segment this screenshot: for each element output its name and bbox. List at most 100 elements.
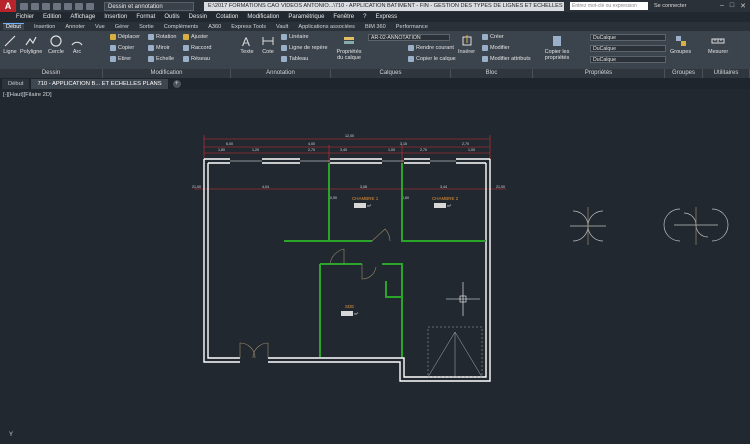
fillet-button[interactable]: Raccord <box>183 45 211 51</box>
tab-express-tools[interactable]: Express Tools <box>231 24 266 30</box>
create-block-icon <box>482 34 488 40</box>
menu-parametrique[interactable]: Paramétrique <box>288 14 324 20</box>
mirror-button[interactable]: Miroir <box>148 45 170 51</box>
menu-modification[interactable]: Modification <box>247 14 279 20</box>
tab-applications[interactable]: Applications associées <box>298 24 355 30</box>
arc-button[interactable]: Arc <box>70 34 84 55</box>
maximize-icon[interactable]: □ <box>730 2 734 10</box>
tab-vue[interactable]: Vue <box>95 24 105 30</box>
menu-affichage[interactable]: Affichage <box>70 14 95 20</box>
new-icon[interactable] <box>20 2 28 10</box>
measure-button[interactable]: Mesurer <box>708 34 728 55</box>
tab-gerer[interactable]: Gérer <box>115 24 129 30</box>
make-current-button[interactable]: Rendre courant <box>408 45 454 51</box>
close-icon[interactable]: ✕ <box>740 2 746 10</box>
autocad-logo-button[interactable]: A <box>0 0 16 12</box>
new-tab-icon[interactable]: + <box>172 80 181 88</box>
color-dropdown[interactable]: DuCalque <box>590 34 666 41</box>
edit-block-button[interactable]: Modifier <box>482 45 510 51</box>
panel-bloc[interactable]: Bloc <box>451 69 533 78</box>
line-button[interactable]: Ligne <box>3 34 17 55</box>
tab-annoter[interactable]: Annoter <box>65 24 85 30</box>
copy-layer-button[interactable]: Copier le calque <box>408 56 456 62</box>
save-icon[interactable] <box>42 2 50 10</box>
window-controls: – □ ✕ <box>720 2 750 10</box>
layer-dropdown[interactable]: AR-02-ANNOTATION <box>368 34 450 41</box>
copy-button[interactable]: Copier <box>110 45 134 51</box>
panel-groupes[interactable]: Groupes <box>665 69 703 78</box>
tab-performance[interactable]: Performance <box>396 24 428 30</box>
polyline-button[interactable]: Polyligne <box>20 34 42 55</box>
fillet-icon <box>183 45 189 51</box>
scale-label: Echelle <box>156 56 175 62</box>
print-icon[interactable] <box>64 2 72 10</box>
array-button[interactable]: Réseau <box>183 56 210 62</box>
groups-button[interactable]: Groupes <box>670 34 691 55</box>
stretch-button[interactable]: Etirer <box>110 56 131 62</box>
menu-fenetre[interactable]: Fenêtre <box>333 14 354 20</box>
tab-debut[interactable]: Début <box>3 23 24 30</box>
panel-proprietes[interactable]: Propriétés <box>533 69 665 78</box>
search-input[interactable]: Entrez mot-clé ou expression <box>570 2 648 10</box>
panel-modification[interactable]: Modification <box>103 69 231 78</box>
menu-outils[interactable]: Outils <box>164 14 179 20</box>
sign-in-button[interactable]: Se connecter <box>654 3 686 9</box>
scale-button[interactable]: Echelle <box>148 56 174 62</box>
doc-tab-start[interactable]: Début <box>2 79 30 89</box>
linear-button[interactable]: Linéaire <box>281 34 309 40</box>
linetype-dropdown[interactable]: DuCalque <box>590 45 666 52</box>
move-button[interactable]: Déplacer <box>110 34 140 40</box>
linear-label: Linéaire <box>289 34 309 40</box>
minimize-icon[interactable]: – <box>720 2 724 10</box>
circle-icon <box>50 35 62 47</box>
fillet-label: Raccord <box>191 45 212 51</box>
open-icon[interactable] <box>31 2 39 10</box>
insert-block-button[interactable]: Insérer <box>458 34 475 55</box>
dim-mid-5: 1,00 <box>388 148 395 152</box>
tab-insertion[interactable]: Insertion <box>34 24 55 30</box>
menu-cotation[interactable]: Cotation <box>216 14 238 20</box>
panel-annotation[interactable]: Annotation <box>231 69 331 78</box>
undo-icon[interactable] <box>75 2 83 10</box>
tab-bim360[interactable]: BIM 360 <box>365 24 386 30</box>
dimension-button[interactable]: Cote <box>261 34 275 55</box>
workspace-selector[interactable]: Dessin et annotation <box>104 1 194 11</box>
redo-icon[interactable] <box>86 2 94 10</box>
panel-dessin[interactable]: Dessin <box>0 69 103 78</box>
circle-button[interactable]: Cercle <box>48 34 64 55</box>
panel-utilitaires[interactable]: Utilitaires <box>703 69 750 78</box>
menu-format[interactable]: Format <box>136 14 155 20</box>
room-chambre1-name: CHAMBRE 1 <box>352 196 379 201</box>
stretch-label: Etirer <box>118 56 132 62</box>
dim-top-3: 3,15 <box>400 142 407 146</box>
scale-icon <box>148 56 154 62</box>
panel-calques[interactable]: Calques <box>331 69 451 78</box>
move-label: Déplacer <box>118 34 141 40</box>
dim-section-5: 21,00 <box>496 185 505 189</box>
text-button[interactable]: A Texte <box>240 34 254 55</box>
saveas-icon[interactable] <box>53 2 61 10</box>
linetype-dropdown-value: DuCalque <box>593 46 617 52</box>
create-block-button[interactable]: Créer <box>482 34 504 40</box>
menu-help[interactable]: ? <box>363 14 366 20</box>
doc-tab-drawing[interactable]: 710 - APPLICATION B... ET ECHELLES PLANS <box>31 79 168 89</box>
table-button[interactable]: Tableau <box>281 56 308 62</box>
menu-dessin[interactable]: Dessin <box>189 14 207 20</box>
layer-properties-button[interactable]: Propriétés du calque <box>336 34 362 61</box>
match-properties-button[interactable]: Copier les propriétés <box>540 34 574 61</box>
leader-button[interactable]: Ligne de repère <box>281 45 328 51</box>
tab-a360[interactable]: A360 <box>208 24 221 30</box>
menu-insertion[interactable]: Insertion <box>104 14 127 20</box>
drawing-canvas[interactable]: 12,00 6,00 4,00 3,15 2,70 1,80 1,20 2,70… <box>0 89 750 444</box>
tab-sortie[interactable]: Sortie <box>139 24 154 30</box>
tab-complements[interactable]: Compléments <box>164 24 199 30</box>
rotate-button[interactable]: Rotation <box>148 34 177 40</box>
menu-express[interactable]: Express <box>375 14 397 20</box>
tab-vault[interactable]: Vault <box>276 24 288 30</box>
edit-attributes-button[interactable]: Modifier attributs <box>482 56 531 62</box>
menu-fichier[interactable]: Fichier <box>16 14 34 20</box>
menu-edition[interactable]: Edition <box>43 14 61 20</box>
trim-button[interactable]: Ajuster <box>183 34 208 40</box>
viewport-controls-label[interactable]: [-][Haut][Filaire 2D] <box>3 92 52 98</box>
lineweight-dropdown[interactable]: DuCalque <box>590 56 666 63</box>
